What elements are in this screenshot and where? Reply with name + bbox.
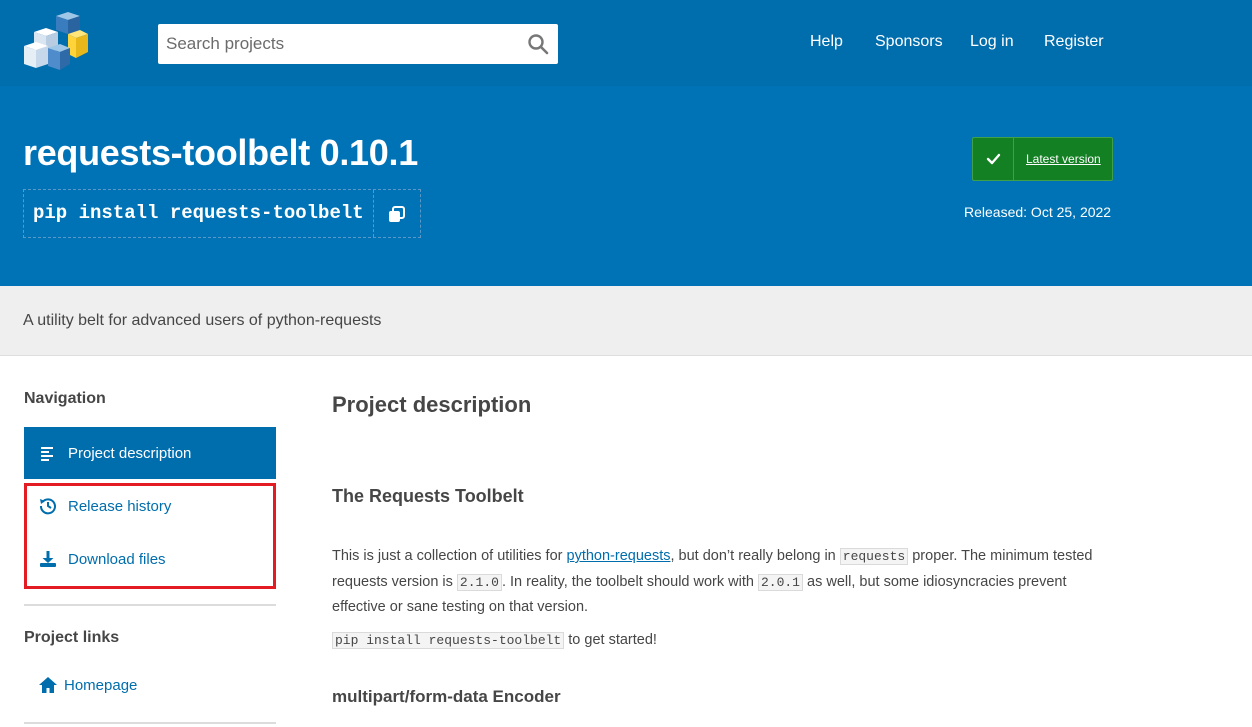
project-description-heading: Project description	[332, 392, 532, 417]
sidebar-item-download-files[interactable]: Download files	[24, 539, 276, 579]
package-summary: A utility belt for advanced users of pyt…	[23, 312, 382, 329]
text: . In reality, the toolbelt should work w…	[501, 573, 758, 590]
sidebar-divider	[24, 604, 276, 606]
install-paragraph: pip install requests-toolbelt to get sta…	[332, 632, 657, 649]
search-input[interactable]	[158, 24, 518, 64]
copy-icon[interactable]	[374, 190, 420, 237]
inline-code: pip install requests-toolbelt	[332, 632, 565, 649]
sidebar-item-label: Download files	[68, 550, 166, 568]
nav-help-link[interactable]: Help	[810, 33, 843, 51]
package-title: requests-toolbelt 0.10.1	[23, 132, 418, 173]
latest-version-label: Latest version	[1026, 152, 1101, 166]
pip-command-box: pip install requests-toolbelt	[23, 189, 421, 238]
toolbelt-heading: The Requests Toolbelt	[332, 486, 524, 506]
sidebar-item-label: Release history	[68, 497, 172, 515]
home-icon	[38, 675, 58, 695]
check-icon	[973, 138, 1014, 180]
text: to get started!	[564, 632, 657, 648]
project-links-heading: Project links	[24, 629, 120, 646]
inline-code: 2.0.1	[757, 573, 803, 591]
search-box	[158, 24, 558, 64]
history-icon	[38, 496, 58, 516]
latest-version-button[interactable]: Latest version	[972, 137, 1113, 181]
sidebar-link-label: Homepage	[64, 676, 138, 694]
nav-sponsors-link[interactable]: Sponsors	[875, 33, 943, 51]
package-summary-bar: A utility belt for advanced users of pyt…	[0, 286, 1252, 356]
sidebar-item-project-description[interactable]: Project description	[24, 427, 276, 479]
sidebar-item-release-history[interactable]: Release history	[24, 486, 276, 526]
python-requests-link[interactable]: python-requests	[567, 548, 671, 564]
top-bar: Help Sponsors Log in Register	[0, 0, 1252, 86]
intro-paragraph: This is just a collection of utilities f…	[332, 544, 1112, 620]
align-left-icon	[38, 443, 58, 463]
download-icon	[38, 549, 58, 569]
sidebar-link-homepage[interactable]: Homepage	[24, 665, 276, 705]
text: , but don’t really belong in	[670, 548, 840, 564]
nav-register-link[interactable]: Register	[1044, 33, 1104, 51]
pip-command[interactable]: pip install requests-toolbelt	[24, 190, 374, 237]
nav-login-link[interactable]: Log in	[970, 33, 1014, 51]
navigation-heading: Navigation	[24, 390, 106, 407]
search-icon[interactable]	[526, 32, 550, 56]
text: This is just a collection of utilities f…	[332, 548, 567, 564]
inline-code: 2.1.0	[456, 573, 502, 591]
pypi-logo-icon[interactable]	[22, 12, 90, 72]
sidebar-item-label: Project description	[68, 444, 192, 462]
package-banner: requests-toolbelt 0.10.1 pip install req…	[0, 86, 1252, 286]
release-date: Released: Oct 25, 2022	[964, 204, 1112, 220]
inline-code: requests	[839, 548, 909, 565]
sidebar-divider	[24, 722, 276, 724]
encoder-heading: multipart/form-data Encoder	[332, 687, 561, 706]
